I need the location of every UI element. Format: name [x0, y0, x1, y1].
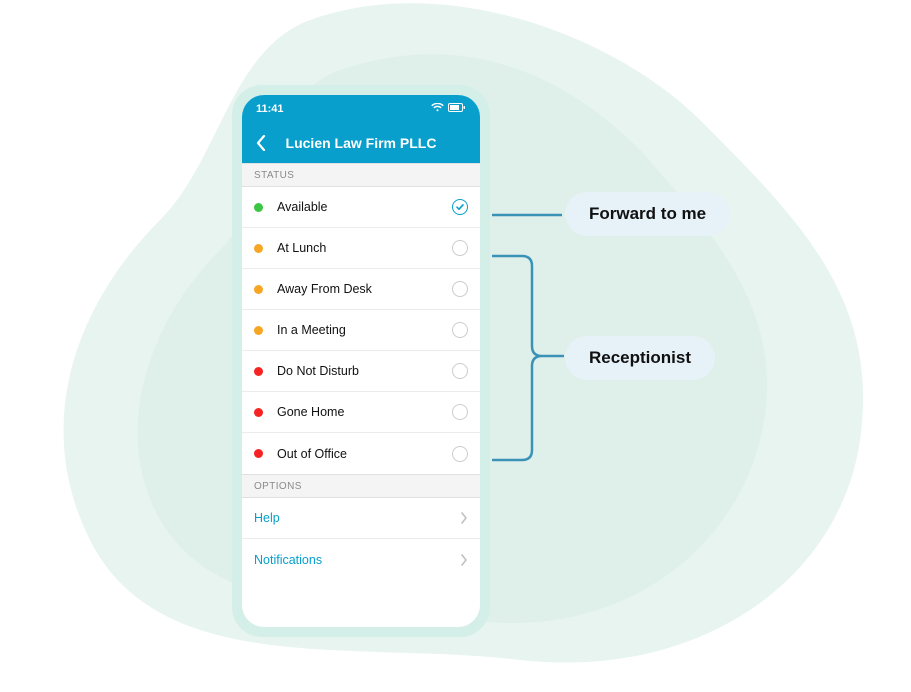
status-color-dot	[254, 408, 263, 417]
status-label: At Lunch	[277, 241, 452, 255]
status-color-dot	[254, 244, 263, 253]
status-label: In a Meeting	[277, 323, 452, 337]
option-label: Help	[254, 511, 460, 525]
callout-forward-to-me: Forward to me	[565, 192, 730, 236]
nav-bar: Lucien Law Firm PLLC	[242, 123, 480, 163]
phone-frame: 11:41 Lucien Law Firm PLLC STATUS Availa…	[232, 85, 490, 637]
status-label: Do Not Disturb	[277, 364, 452, 378]
status-row[interactable]: Out of Office	[242, 433, 480, 474]
radio-unselected-icon[interactable]	[452, 240, 468, 256]
status-time: 11:41	[256, 103, 284, 115]
radio-unselected-icon[interactable]	[452, 281, 468, 297]
status-row[interactable]: Do Not Disturb	[242, 351, 480, 392]
options-list: Help Notifications	[242, 498, 480, 580]
battery-icon	[448, 103, 466, 115]
phone-screen: 11:41 Lucien Law Firm PLLC STATUS Availa…	[242, 95, 480, 627]
radio-unselected-icon[interactable]	[452, 404, 468, 420]
radio-unselected-icon[interactable]	[452, 363, 468, 379]
back-button[interactable]	[254, 136, 268, 150]
callout-receptionist: Receptionist	[565, 336, 715, 380]
status-row[interactable]: Available	[242, 187, 480, 228]
status-list: Available At Lunch Away From Desk In a Meet…	[242, 187, 480, 474]
options-section-header: OPTIONS	[242, 474, 480, 498]
status-row[interactable]: Gone Home	[242, 392, 480, 433]
status-color-dot	[254, 367, 263, 376]
status-color-dot	[254, 449, 263, 458]
status-label: Out of Office	[277, 447, 452, 461]
radio-selected-icon[interactable]	[452, 199, 468, 215]
wifi-icon	[431, 103, 444, 115]
status-color-dot	[254, 203, 263, 212]
status-label: Gone Home	[277, 405, 452, 419]
option-label: Notifications	[254, 553, 460, 567]
status-label: Available	[277, 200, 452, 214]
chevron-right-icon	[460, 554, 468, 566]
status-row[interactable]: At Lunch	[242, 228, 480, 269]
option-row[interactable]: Notifications	[242, 539, 480, 580]
status-color-dot	[254, 285, 263, 294]
status-color-dot	[254, 326, 263, 335]
status-label: Away From Desk	[277, 282, 452, 296]
page-title: Lucien Law Firm PLLC	[286, 135, 437, 151]
option-row[interactable]: Help	[242, 498, 480, 539]
status-row[interactable]: In a Meeting	[242, 310, 480, 351]
status-row[interactable]: Away From Desk	[242, 269, 480, 310]
status-section-header: STATUS	[242, 163, 480, 187]
chevron-right-icon	[460, 512, 468, 524]
chevron-left-icon	[256, 135, 266, 151]
radio-unselected-icon[interactable]	[452, 322, 468, 338]
radio-unselected-icon[interactable]	[452, 446, 468, 462]
ios-status-bar: 11:41	[242, 95, 480, 123]
